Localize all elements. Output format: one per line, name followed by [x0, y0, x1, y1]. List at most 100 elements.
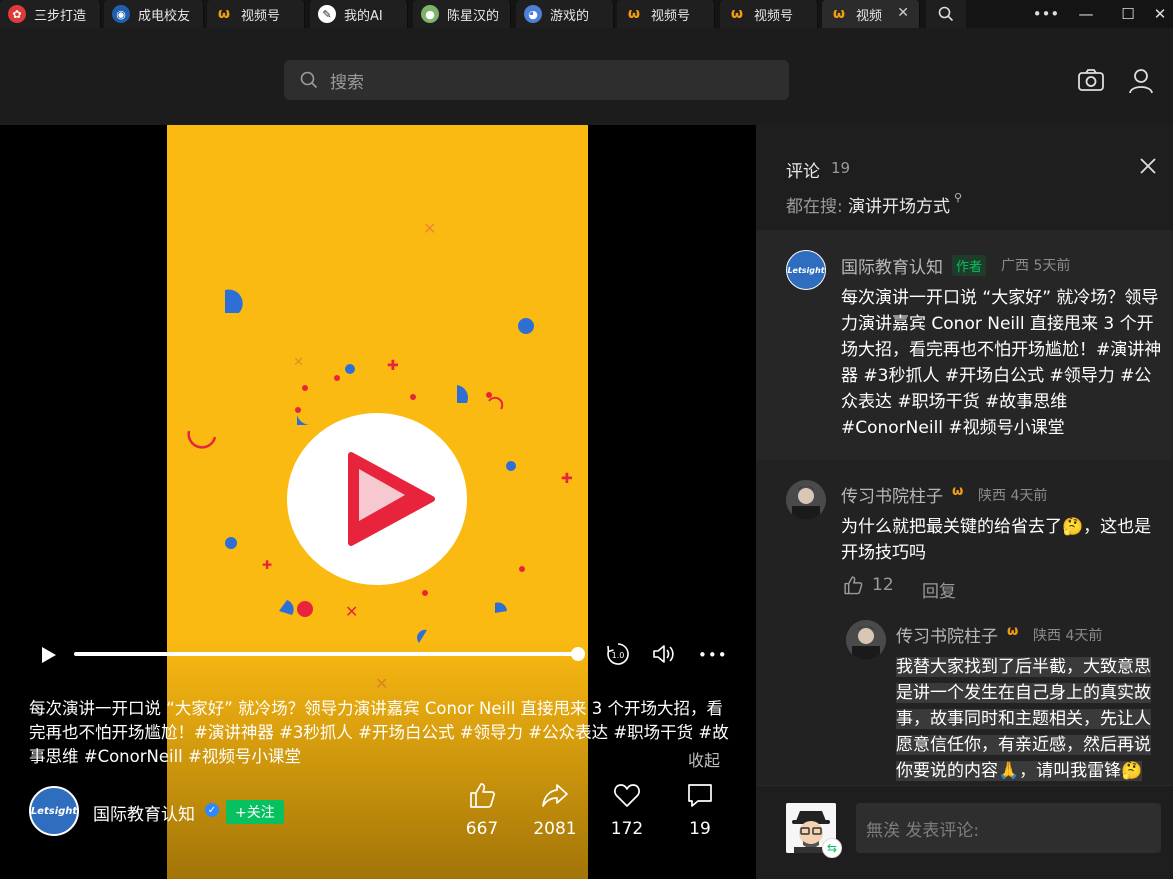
close-icon	[1140, 158, 1156, 174]
camera-icon	[1078, 69, 1104, 91]
comment-text: 为什么就把最关键的给省去了🤔，这也是开场技巧吗	[841, 517, 1152, 563]
thumbs-up-icon	[844, 576, 863, 595]
reply-button[interactable]: 回复	[922, 577, 956, 602]
channels-badge-icon: ω	[1007, 624, 1019, 639]
close-tab-icon[interactable]: ✕	[897, 5, 909, 21]
more-menu-button[interactable]: •••	[1026, 0, 1066, 28]
tab-label: 成电校友	[138, 8, 191, 24]
big-play-button[interactable]	[287, 413, 467, 585]
comments-title: 评论	[786, 162, 820, 182]
trending-search-link[interactable]: 演讲开场方式	[848, 192, 950, 217]
reply-avatar[interactable]	[846, 620, 886, 660]
tab-label: 三步打造	[34, 8, 87, 24]
svg-text:✕: ✕	[345, 602, 358, 621]
author-name[interactable]: 国际教育认知	[93, 800, 195, 825]
share-action[interactable]: 2081	[525, 781, 585, 839]
play-button[interactable]	[38, 645, 58, 669]
tab-2[interactable]: ◉ 成电校友	[104, 0, 204, 28]
tab-label: 视频号	[754, 8, 794, 24]
heart-icon	[614, 784, 640, 807]
channels-icon: ω	[627, 6, 641, 22]
favorite-action[interactable]: 172	[597, 781, 657, 839]
search-input[interactable]: 搜索	[284, 60, 789, 100]
video-player[interactable]: ✚ ✚ ✚ ✕ ✕ ✕ ✕ 1.0 ••• 每次演讲一开口	[0, 125, 756, 879]
comment-action[interactable]: 19	[670, 781, 730, 839]
tab-label: 陈星汉的	[447, 8, 500, 24]
verified-icon: ✓	[205, 803, 219, 817]
comment-avatar[interactable]	[786, 480, 826, 520]
follow-button[interactable]: +关注	[226, 800, 284, 824]
tab-search-button[interactable]	[926, 0, 966, 28]
reply-author-name[interactable]: 传习书院柱子	[896, 622, 998, 647]
bilibili-icon: ✿	[8, 5, 26, 23]
comment-author-name[interactable]: 国际教育认知	[841, 253, 943, 278]
browser-tab-bar: ✿ 三步打造 ◉ 成电校友 ω 视频号 ✎ 我的AI ● 陈星汉的 ◕ 游戏的 …	[0, 0, 1173, 28]
tab-1[interactable]: ✿ 三步打造	[0, 0, 101, 28]
tab-3[interactable]: ω 视频号	[207, 0, 305, 28]
tab-6[interactable]: ◕ 游戏的	[516, 0, 614, 28]
more-dots-icon: •••	[698, 646, 728, 664]
camera-button[interactable]	[1077, 68, 1105, 96]
play-icon	[348, 452, 435, 546]
play-small-icon	[42, 647, 56, 663]
comment-icon	[688, 784, 712, 807]
comment-text: 每次演讲一开口说 “大家好” 就冷场？领导力演讲嘉宾 Conor Neill 直…	[841, 288, 1162, 438]
speed-icon: 1.0	[607, 643, 629, 665]
minimize-icon: —	[1078, 5, 1094, 23]
comment-avatar[interactable]: Letsight	[786, 250, 826, 290]
comment-input[interactable]: 無涘 发表评论:	[856, 803, 1161, 853]
reply-text: 我替大家找到了后半截，大致意思是讲一个发生在自己身上的真实故事，故事同时和主题相…	[896, 654, 1163, 784]
comment-author-name[interactable]: 传习书院柱子	[841, 482, 943, 507]
school-icon: ◉	[112, 5, 130, 23]
speed-label: 1.0	[612, 651, 625, 660]
tab-4[interactable]: ✎ 我的AI	[310, 0, 408, 28]
comment-meta: 陕西 4天前	[978, 488, 1048, 504]
feather-icon: ✎	[318, 5, 336, 23]
globe-icon: ●	[421, 5, 439, 23]
author-tag: 作者	[952, 255, 987, 276]
search-icon	[300, 71, 318, 89]
progress-bar[interactable]	[74, 652, 582, 656]
tab-label: 视频号	[651, 8, 691, 24]
search-placeholder: 搜索	[330, 72, 364, 93]
tab-label: 视频	[856, 8, 883, 24]
favorite-count: 172	[610, 819, 644, 839]
like-action[interactable]: 667	[452, 781, 512, 839]
svg-text:✚: ✚	[387, 358, 399, 374]
search-small-icon: ⚲	[954, 191, 963, 204]
collapse-button[interactable]: 收起	[688, 747, 720, 771]
author-avatar[interactable]: Letsight	[29, 786, 79, 836]
profile-button[interactable]	[1128, 68, 1154, 98]
volume-icon	[653, 645, 674, 663]
tab-label: 游戏的	[550, 8, 590, 24]
comment-input-placeholder: 無涘 发表评论:	[866, 820, 980, 841]
volume-button[interactable]	[652, 644, 676, 668]
game-icon: ◕	[524, 5, 542, 23]
close-comments-button[interactable]	[1139, 157, 1157, 179]
trending-search-label: 都在搜:	[786, 197, 843, 217]
comment-like-button[interactable]: 12	[843, 575, 894, 595]
close-icon: ✕	[1153, 5, 1167, 23]
tab-8[interactable]: ω 视频号	[720, 0, 818, 28]
reply-meta: 陕西 4天前	[1033, 628, 1103, 644]
maximize-icon: ☐	[1121, 5, 1135, 23]
more-options-button[interactable]: •••	[698, 646, 728, 664]
minimize-button[interactable]: —	[1066, 0, 1106, 28]
tab-5[interactable]: ● 陈星汉的	[413, 0, 511, 28]
progress-handle[interactable]	[571, 647, 585, 661]
top-bar: 搜索	[0, 28, 1173, 125]
tab-7[interactable]: ω 视频号	[617, 0, 715, 28]
author-comment: Letsight 国际教育认知 作者 广西 5天前 每次演讲一开口说 “大家好”…	[756, 230, 1173, 460]
thumbs-up-icon	[470, 783, 495, 808]
comments-panel: 评论 19 都在搜: 演讲开场方式 ⚲ Letsight 国际教育认知 作者 广…	[756, 125, 1173, 879]
close-window-button[interactable]: ✕	[1140, 0, 1173, 28]
switch-account-icon[interactable]: ⇆	[822, 838, 842, 858]
reply-text-content: 我替大家找到了后半截，大致意思是讲一个发生在自己身上的真实故事，故事同时和主题相…	[896, 657, 1151, 781]
channels-icon: ω	[832, 6, 846, 22]
comments-header: 评论 19 都在搜: 演讲开场方式 ⚲	[756, 125, 1173, 230]
svg-text:✕: ✕	[293, 355, 304, 370]
more-dots-icon: •••	[1032, 5, 1060, 23]
tab-9-active[interactable]: ω 视频 ✕	[822, 0, 920, 28]
speed-button[interactable]: 1.0	[606, 642, 630, 670]
channels-icon: ω	[217, 6, 231, 22]
